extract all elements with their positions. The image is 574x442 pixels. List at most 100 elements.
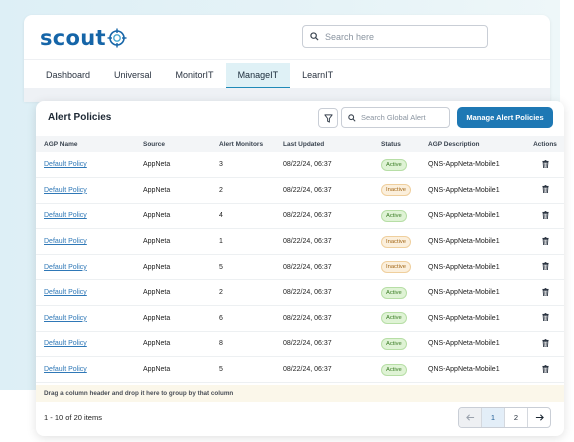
header-agp-description[interactable]: AGP Description — [428, 136, 526, 152]
group-by-drop-zone[interactable]: Drag a column header and drop it here to… — [36, 385, 564, 402]
status-badge: Active — [381, 209, 407, 222]
delete-button[interactable] — [541, 313, 549, 323]
table-row[interactable]: Default Policy AppNeta 6 08/22/24, 06:37 Act… — [36, 306, 564, 332]
status-badge: Inactive — [381, 184, 411, 197]
actions-cell — [526, 152, 564, 178]
pagination: 1 2 — [458, 407, 551, 428]
manage-alert-policies-button[interactable]: Manage Alert Policies — [457, 107, 553, 128]
table-row[interactable]: Default Policy AppNeta 8 08/22/24, 06:37 Act… — [36, 331, 564, 357]
actions-cell — [526, 280, 564, 306]
actions-cell — [526, 254, 564, 280]
delete-button[interactable] — [541, 236, 549, 247]
agp-name-cell: Default Policy — [36, 152, 143, 178]
delete-button[interactable] — [541, 185, 549, 195]
delete-button[interactable] — [541, 159, 549, 170]
delete-button[interactable] — [541, 364, 549, 375]
status-cell: Inactive — [381, 254, 428, 280]
policy-link[interactable]: Default Policy — [44, 366, 87, 373]
header-source[interactable]: Source — [143, 136, 219, 152]
delete-button[interactable] — [541, 339, 549, 349]
agp-name-cell: Default Policy — [36, 203, 143, 229]
table-row[interactable]: Default Policy AppNeta 4 08/22/24, 06:37 Act… — [36, 203, 564, 229]
crosshair-logo-icon — [107, 28, 127, 48]
delete-button[interactable] — [541, 262, 549, 272]
agp-description-cell: QNS-AppNeta-Mobile1 — [428, 314, 500, 322]
policy-link[interactable]: Default Policy — [44, 315, 87, 322]
filter-icon — [323, 113, 333, 123]
status-badge: Active — [381, 312, 407, 325]
pagination-count: 1 - 10 of 20 items — [44, 413, 102, 422]
table-row[interactable]: Default Policy AppNeta 2 08/22/24, 06:37 Act… — [36, 280, 564, 306]
agp-description-cell: QNS-AppNeta-Mobile1 — [428, 366, 500, 374]
alert-search-input[interactable]: Search Global Alert — [341, 107, 450, 128]
trash-icon — [541, 339, 549, 348]
agp-name-cell: Default Policy — [36, 357, 143, 383]
tab-learnit[interactable]: LearnIT — [290, 63, 345, 87]
agp-description-cell: QNS-AppNeta-Mobile1 — [428, 212, 500, 220]
next-page-button[interactable] — [528, 408, 550, 427]
tab-monitorit[interactable]: MonitorIT — [164, 63, 226, 87]
policy-link[interactable]: Default Policy — [44, 289, 87, 296]
table-header-row: AGP Name Source Alert Monitors Last Upda… — [36, 136, 564, 152]
delete-button[interactable] — [541, 211, 549, 221]
tab-universal[interactable]: Universal — [102, 63, 164, 87]
arrow-right-icon — [535, 414, 544, 421]
status-cell: Active — [381, 203, 428, 229]
status-cell: Active — [381, 152, 428, 178]
header-status[interactable]: Status — [381, 136, 428, 152]
policy-link[interactable]: Default Policy — [44, 264, 87, 271]
page-2-button[interactable]: 2 — [505, 408, 528, 427]
table-row[interactable]: Default Policy AppNeta 5 08/22/24, 06:37 Ina… — [36, 254, 564, 280]
header-divider — [24, 59, 550, 60]
policy-link[interactable]: Default Policy — [44, 212, 87, 219]
table-row[interactable]: Default Policy AppNeta 5 08/22/24, 06:37 Act… — [36, 357, 564, 383]
policy-link[interactable]: Default Policy — [44, 187, 87, 194]
status-cell: Active — [381, 331, 428, 357]
table-row[interactable]: Default Policy AppNeta 1 08/22/24, 06:37 Ina… — [36, 229, 564, 255]
scout-logo[interactable]: scout — [40, 25, 127, 51]
alert-monitors-cell: 4 — [219, 212, 223, 220]
source-cell: AppNeta — [143, 238, 171, 246]
policy-link[interactable]: Default Policy — [44, 340, 87, 347]
header-agp-name[interactable]: AGP Name — [36, 136, 143, 152]
search-icon — [310, 32, 319, 41]
delete-button[interactable] — [541, 287, 549, 298]
actions-cell — [526, 229, 564, 255]
source-cell: AppNeta — [143, 263, 171, 271]
table-row[interactable]: Default Policy AppNeta 3 08/22/24, 06:37 Act… — [36, 152, 564, 178]
last-updated-cell: 08/22/24, 06:37 — [283, 263, 332, 271]
policy-link[interactable]: Default Policy — [44, 238, 87, 245]
source-cell: AppNeta — [143, 314, 171, 322]
source-cell: AppNeta — [143, 186, 171, 194]
status-cell: Inactive — [381, 229, 428, 255]
actions-cell — [526, 306, 564, 332]
last-updated-cell: 08/22/24, 06:37 — [283, 161, 332, 169]
last-updated-cell: 08/22/24, 06:37 — [283, 289, 332, 297]
trash-icon — [541, 211, 549, 220]
status-badge: Active — [381, 158, 407, 171]
tab-manageit[interactable]: ManageIT — [225, 63, 291, 89]
alert-search-placeholder: Search Global Alert — [361, 113, 426, 122]
policy-link[interactable]: Default Policy — [44, 161, 87, 168]
filter-button[interactable] — [318, 108, 338, 128]
main-nav: Dashboard Universal MonitorIT ManageIT L… — [34, 63, 345, 89]
header-alert-monitors[interactable]: Alert Monitors — [219, 136, 283, 152]
table-row[interactable]: Default Policy AppNeta 2 08/22/24, 06:37 Ina… — [36, 178, 564, 204]
global-search-input[interactable]: Search here — [302, 25, 488, 48]
alert-policies-table: AGP Name Source Alert Monitors Last Upda… — [36, 136, 564, 383]
alert-monitors-cell: 5 — [219, 366, 223, 374]
tab-dashboard[interactable]: Dashboard — [34, 63, 102, 87]
source-cell: AppNeta — [143, 212, 171, 220]
status-badge: Inactive — [381, 235, 411, 248]
trash-icon — [541, 159, 549, 168]
header-last-updated[interactable]: Last Updated — [283, 136, 381, 152]
status-cell: Active — [381, 306, 428, 332]
prev-page-button[interactable] — [459, 408, 482, 427]
source-cell: AppNeta — [143, 340, 171, 348]
page-1-button[interactable]: 1 — [482, 408, 505, 427]
status-badge: Inactive — [381, 261, 411, 274]
alert-monitors-cell: 5 — [219, 263, 223, 271]
actions-cell — [526, 357, 564, 383]
agp-name-cell: Default Policy — [36, 178, 143, 204]
agp-description-cell: QNS-AppNeta-Mobile1 — [428, 161, 500, 169]
